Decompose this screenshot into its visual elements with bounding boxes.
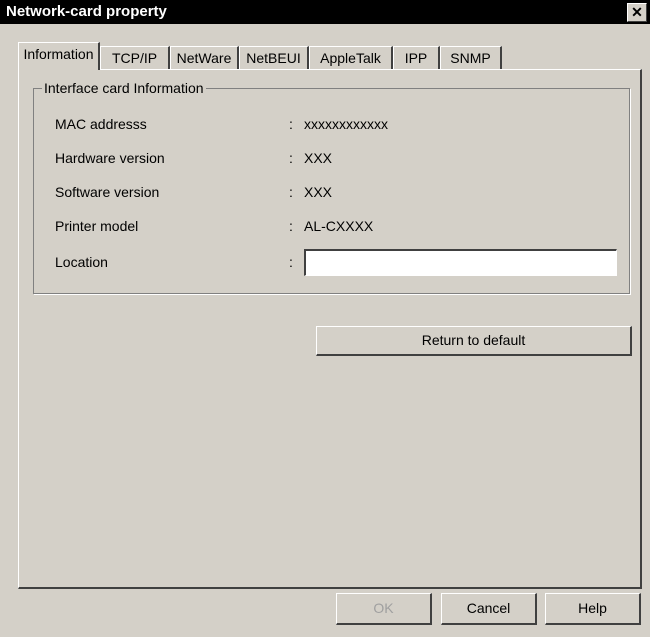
information-tab-panel: Interface card Information MAC addresss … <box>18 69 642 589</box>
tab-netbeui[interactable]: NetBEUI <box>239 46 309 69</box>
group-title: Interface card Information <box>42 80 206 96</box>
network-card-property-dialog: Network-card property ✕ Information TCP/… <box>0 0 650 637</box>
tab-information[interactable]: Information <box>18 42 100 70</box>
cancel-button[interactable]: Cancel <box>441 593 537 625</box>
hardware-version-value: XXX <box>304 150 333 166</box>
colon: : <box>289 116 293 132</box>
tab-netware[interactable]: NetWare <box>170 46 239 69</box>
colon: : <box>289 254 293 270</box>
tab-appletalk[interactable]: AppleTalk <box>309 46 393 69</box>
ok-button[interactable]: OK <box>336 593 432 625</box>
return-to-default-button[interactable]: Return to default <box>316 326 632 356</box>
tab-tcpip[interactable]: TCP/IP <box>100 46 170 69</box>
help-button[interactable]: Help <box>545 593 641 625</box>
mac-address-value: xxxxxxxxxxxx <box>304 116 388 132</box>
software-version-value: XXX <box>304 184 333 200</box>
interface-card-information-group: Interface card Information MAC addresss … <box>33 80 630 294</box>
location-label: Location <box>55 254 108 270</box>
location-input[interactable] <box>304 249 617 276</box>
hardware-version-label: Hardware version <box>55 150 165 166</box>
mac-address-label: MAC addresss <box>55 116 147 132</box>
colon: : <box>289 184 293 200</box>
title-bar[interactable]: Network-card property ✕ <box>0 0 650 24</box>
window-title: Network-card property <box>6 3 167 20</box>
printer-model-value: AL-CXXXX <box>304 218 374 234</box>
printer-model-label: Printer model <box>55 218 139 234</box>
close-icon[interactable]: ✕ <box>627 3 647 22</box>
tab-snmp[interactable]: SNMP <box>440 46 502 69</box>
tab-ipp[interactable]: IPP <box>393 46 440 69</box>
colon: : <box>289 150 293 166</box>
software-version-label: Software version <box>55 184 160 200</box>
colon: : <box>289 218 293 234</box>
